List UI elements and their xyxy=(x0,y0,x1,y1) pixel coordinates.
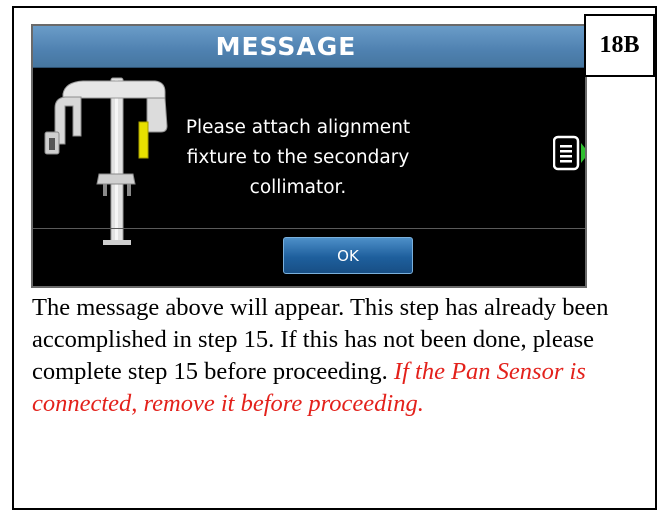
document-icon[interactable] xyxy=(553,133,587,173)
dialog-divider xyxy=(33,228,585,229)
dialog-message: Please attach alignment fixture to the s… xyxy=(185,117,411,198)
panoramic-xray-unit-icon xyxy=(44,77,168,245)
dialog-title-bar: MESSAGE xyxy=(33,26,585,68)
ok-button[interactable]: OK xyxy=(283,237,413,274)
page-badge: 18B xyxy=(584,14,655,77)
instruction-text: The message above will appear. This step… xyxy=(32,292,642,420)
green-arrow-right-icon xyxy=(581,143,585,163)
message-dialog: MESSAGE Please attach alignment fixture … xyxy=(31,24,587,288)
dialog-title: MESSAGE xyxy=(215,32,357,61)
